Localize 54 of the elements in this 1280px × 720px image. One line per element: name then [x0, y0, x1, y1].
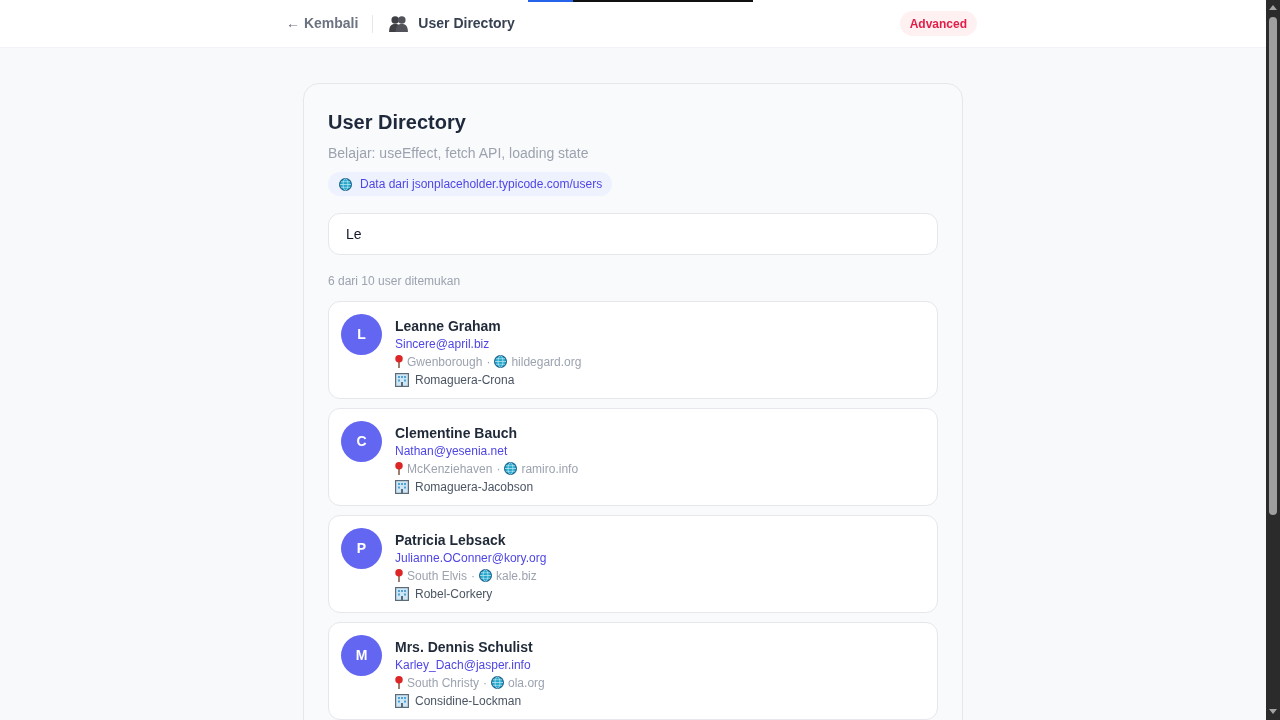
- scrollbar-thumb[interactable]: [1269, 17, 1277, 515]
- card-subtitle: Belajar: useEffect, fetch API, loading state: [328, 144, 590, 163]
- user-city: McKenziehaven: [407, 460, 493, 478]
- user-city: South Elvis: [407, 567, 468, 585]
- scroll-up-icon[interactable]: [1269, 5, 1277, 10]
- card-title: User Directory: [328, 110, 467, 135]
- globe-icon: [479, 569, 493, 582]
- pushpin-icon: [395, 676, 403, 689]
- user-name: Patricia Lebsack: [395, 531, 507, 549]
- pushpin-icon: [395, 569, 403, 582]
- scrollbar[interactable]: [1266, 0, 1280, 720]
- user-avatar: M: [341, 635, 382, 676]
- user-email[interactable]: Nathan@yesenia.net: [395, 442, 508, 460]
- user-company: Romaguera-Crona: [415, 372, 515, 389]
- separator-dot: ·: [483, 674, 488, 692]
- pushpin-icon: [395, 462, 403, 475]
- pushpin-icon: [395, 355, 403, 368]
- source-text: Data dari jsonplaceholder.typicode.com/users: [360, 176, 603, 193]
- user-name: Mrs. Dennis Schulist: [395, 638, 534, 656]
- page-title: User Directory: [418, 14, 515, 33]
- building-icon: [395, 694, 409, 708]
- globe-icon: [491, 676, 505, 689]
- user-website: ola.org: [508, 674, 545, 692]
- user-city: South Christy: [407, 674, 480, 692]
- globe-icon: [504, 462, 518, 475]
- separator-dot: ·: [471, 567, 476, 585]
- building-icon: [395, 587, 409, 601]
- user-name: Leanne Graham: [395, 317, 502, 335]
- user-website: kale.biz: [496, 567, 537, 585]
- building-icon: [395, 373, 409, 387]
- user-email[interactable]: Karley_Dach@jasper.info: [395, 656, 531, 674]
- user-name: Clementine Bauch: [395, 424, 519, 442]
- user-email[interactable]: Julianne.OConner@kory.org: [395, 549, 547, 567]
- user-avatar: L: [341, 314, 382, 355]
- separator-dot: ·: [496, 460, 501, 478]
- scroll-down-icon[interactable]: [1269, 709, 1277, 714]
- globe-icon: [339, 177, 352, 191]
- search-field[interactable]: Le: [328, 213, 938, 255]
- user-company: Considine-Lockman: [415, 693, 522, 710]
- user-website: hildegard.org: [511, 353, 582, 371]
- back-link[interactable]: ← Kembali: [286, 13, 359, 34]
- building-icon: [395, 480, 409, 494]
- people-icon: [389, 15, 409, 32]
- globe-icon: [494, 355, 508, 368]
- separator-dot: ·: [486, 353, 491, 371]
- user-avatar: C: [341, 421, 382, 462]
- user-company: Romaguera-Jacobson: [415, 479, 534, 496]
- user-avatar: P: [341, 528, 382, 569]
- level-badge: Advanced: [899, 11, 977, 36]
- user-city: Gwenborough: [407, 353, 483, 371]
- result-count: 6 dari 10 user ditemukan: [328, 273, 461, 289]
- user-email[interactable]: Sincere@april.biz: [395, 335, 490, 353]
- user-company: Robel-Corkery: [415, 586, 493, 603]
- user-website: ramiro.info: [521, 460, 579, 478]
